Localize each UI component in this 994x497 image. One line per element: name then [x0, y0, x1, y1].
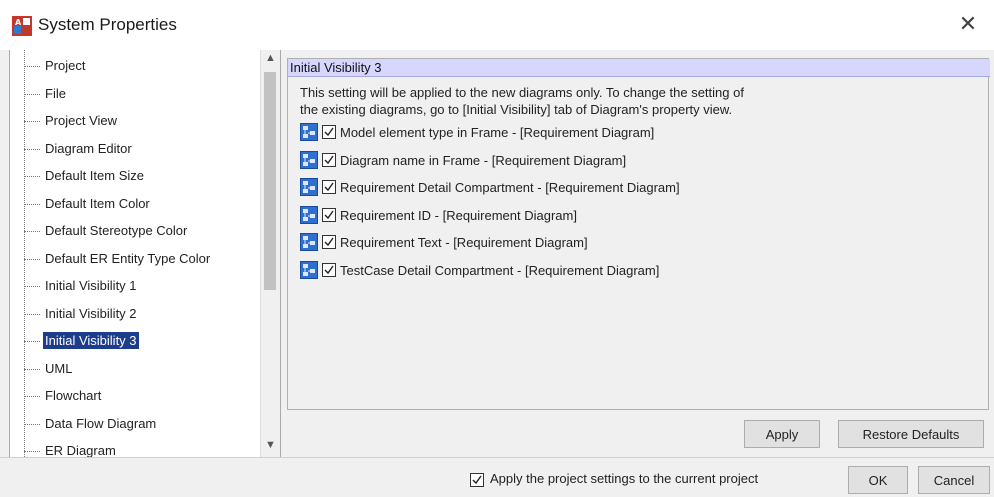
- tree-branch-line: [24, 148, 40, 150]
- close-icon[interactable]: ✕: [954, 10, 982, 38]
- tree-item-label: ER Diagram: [45, 443, 116, 458]
- ok-button[interactable]: OK: [848, 466, 908, 494]
- tree-item[interactable]: Initial Visibility 1: [10, 272, 260, 300]
- tree-branch-line: [24, 451, 40, 452]
- tree-item-label: Default ER Entity Type Color: [45, 250, 211, 266]
- tree-item[interactable]: Initial Visibility 3: [10, 327, 260, 355]
- diagram-element-icon: [300, 123, 318, 141]
- tree-branch-line: [24, 368, 40, 370]
- tree-item[interactable]: Data Flow Diagram: [10, 410, 260, 438]
- diagram-element-icon: [300, 205, 318, 224]
- option-label: TestCase Detail Compartment - [Requireme…: [340, 262, 660, 278]
- diagram-element-icon: [300, 260, 318, 279]
- tree-item[interactable]: Diagram Editor: [10, 135, 260, 163]
- tree-item-label: Initial Visibility 2: [45, 305, 137, 321]
- option-label: Requirement ID - [Requirement Diagram]: [340, 207, 577, 223]
- svg-text:A: A: [15, 18, 22, 27]
- apply-project-checkbox[interactable]: [470, 473, 484, 487]
- option-checkbox[interactable]: [322, 262, 336, 277]
- tree-item[interactable]: Initial Visibility 2: [10, 300, 260, 328]
- tree-item[interactable]: Default Item Size: [10, 162, 260, 190]
- title-bar: A System Properties ✕: [0, 0, 994, 50]
- option-checkbox[interactable]: [322, 180, 336, 194]
- tree-branch-line: [24, 423, 40, 425]
- panel-description: This setting will be applied to the new …: [300, 84, 960, 118]
- option-label: Requirement Detail Compartment - [Requir…: [340, 180, 680, 195]
- option-label: Model element type in Frame - [Requireme…: [340, 125, 655, 140]
- tree-branch-line: [24, 176, 40, 177]
- option-label: Diagram name in Frame - [Requirement Dia…: [340, 152, 627, 168]
- option-checkbox[interactable]: [322, 207, 336, 222]
- tree-item-label: UML: [45, 360, 73, 376]
- tree-branch-line: [24, 66, 40, 67]
- option-checkbox[interactable]: [322, 152, 336, 167]
- tree-branch-line: [24, 203, 40, 205]
- tree-branch-line: [24, 286, 40, 287]
- tree-item-label: Data Flow Diagram: [45, 415, 157, 431]
- tree-item-label: Flowchart: [45, 388, 102, 403]
- apply-button[interactable]: Apply: [744, 420, 820, 448]
- tree-item-label: Default Item Size: [45, 168, 144, 183]
- description-line-1: This setting will be applied to the new …: [300, 85, 744, 100]
- tree-item-label: Default Stereotype Color: [45, 223, 188, 238]
- tree-item-label: Project: [45, 58, 86, 73]
- app-icon: A: [12, 16, 32, 36]
- apply-project-label: Apply the project settings to the curren…: [490, 471, 759, 486]
- tree-scrollbar[interactable]: ▲ ▼: [260, 50, 280, 457]
- tree-item[interactable]: Flowchart: [10, 382, 260, 410]
- tree-item[interactable]: Project: [10, 52, 260, 80]
- tree-item[interactable]: UML: [10, 355, 260, 383]
- description-line-2: the existing diagrams, go to [Initial Vi…: [300, 102, 733, 117]
- tree-branch-line: [24, 341, 40, 342]
- option-checkbox[interactable]: [322, 235, 336, 249]
- tree-item-label: Default Item Color: [45, 195, 150, 211]
- tree-item-label: Diagram Editor: [45, 140, 132, 156]
- tree-item[interactable]: Project View: [10, 107, 260, 135]
- tree-item[interactable]: Default Item Color: [10, 190, 260, 218]
- scroll-down-icon[interactable]: ▼: [261, 439, 280, 455]
- scroll-thumb[interactable]: [264, 72, 276, 290]
- tree-branch-line: [24, 396, 40, 397]
- settings-panel: Initial Visibility 3 This setting will b…: [287, 58, 990, 410]
- diagram-element-icon: [300, 178, 318, 196]
- settings-tree: Project File Project View Diagram Editor Def…: [9, 50, 281, 458]
- cancel-button[interactable]: Cancel: [918, 466, 990, 494]
- dialog-body: Project File Project View Diagram Editor Def…: [0, 50, 994, 497]
- tree-item-label: Project View: [45, 113, 118, 128]
- tree-item[interactable]: Default ER Entity Type Color: [10, 245, 260, 273]
- diagram-element-icon: [300, 150, 318, 169]
- restore-defaults-button[interactable]: Restore Defaults: [838, 420, 984, 448]
- tree-item-label: Initial Visibility 1: [45, 278, 137, 293]
- tree-branch-line: [24, 313, 40, 315]
- tree-item-label: Initial Visibility 3: [43, 332, 139, 349]
- tree-item[interactable]: ER Diagram: [10, 437, 260, 458]
- panel-title: Initial Visibility 3: [288, 59, 990, 77]
- tree-item-label: File: [45, 85, 66, 101]
- tree-branch-line: [24, 121, 40, 122]
- window-title: System Properties: [38, 15, 177, 34]
- scroll-up-icon[interactable]: ▲: [261, 52, 280, 68]
- tree-item[interactable]: File: [10, 80, 260, 108]
- tree-branch-line: [24, 231, 40, 232]
- diagram-element-icon: [300, 233, 318, 251]
- footer-divider: [0, 457, 994, 458]
- option-label: Requirement Text - [Requirement Diagram]: [340, 235, 588, 250]
- tree-branch-line: [24, 93, 40, 95]
- option-checkbox[interactable]: [322, 125, 336, 139]
- tree-branch-line: [24, 258, 40, 260]
- tree-item[interactable]: Default Stereotype Color: [10, 217, 260, 245]
- tree-list: Project File Project View Diagram Editor Def…: [10, 52, 260, 458]
